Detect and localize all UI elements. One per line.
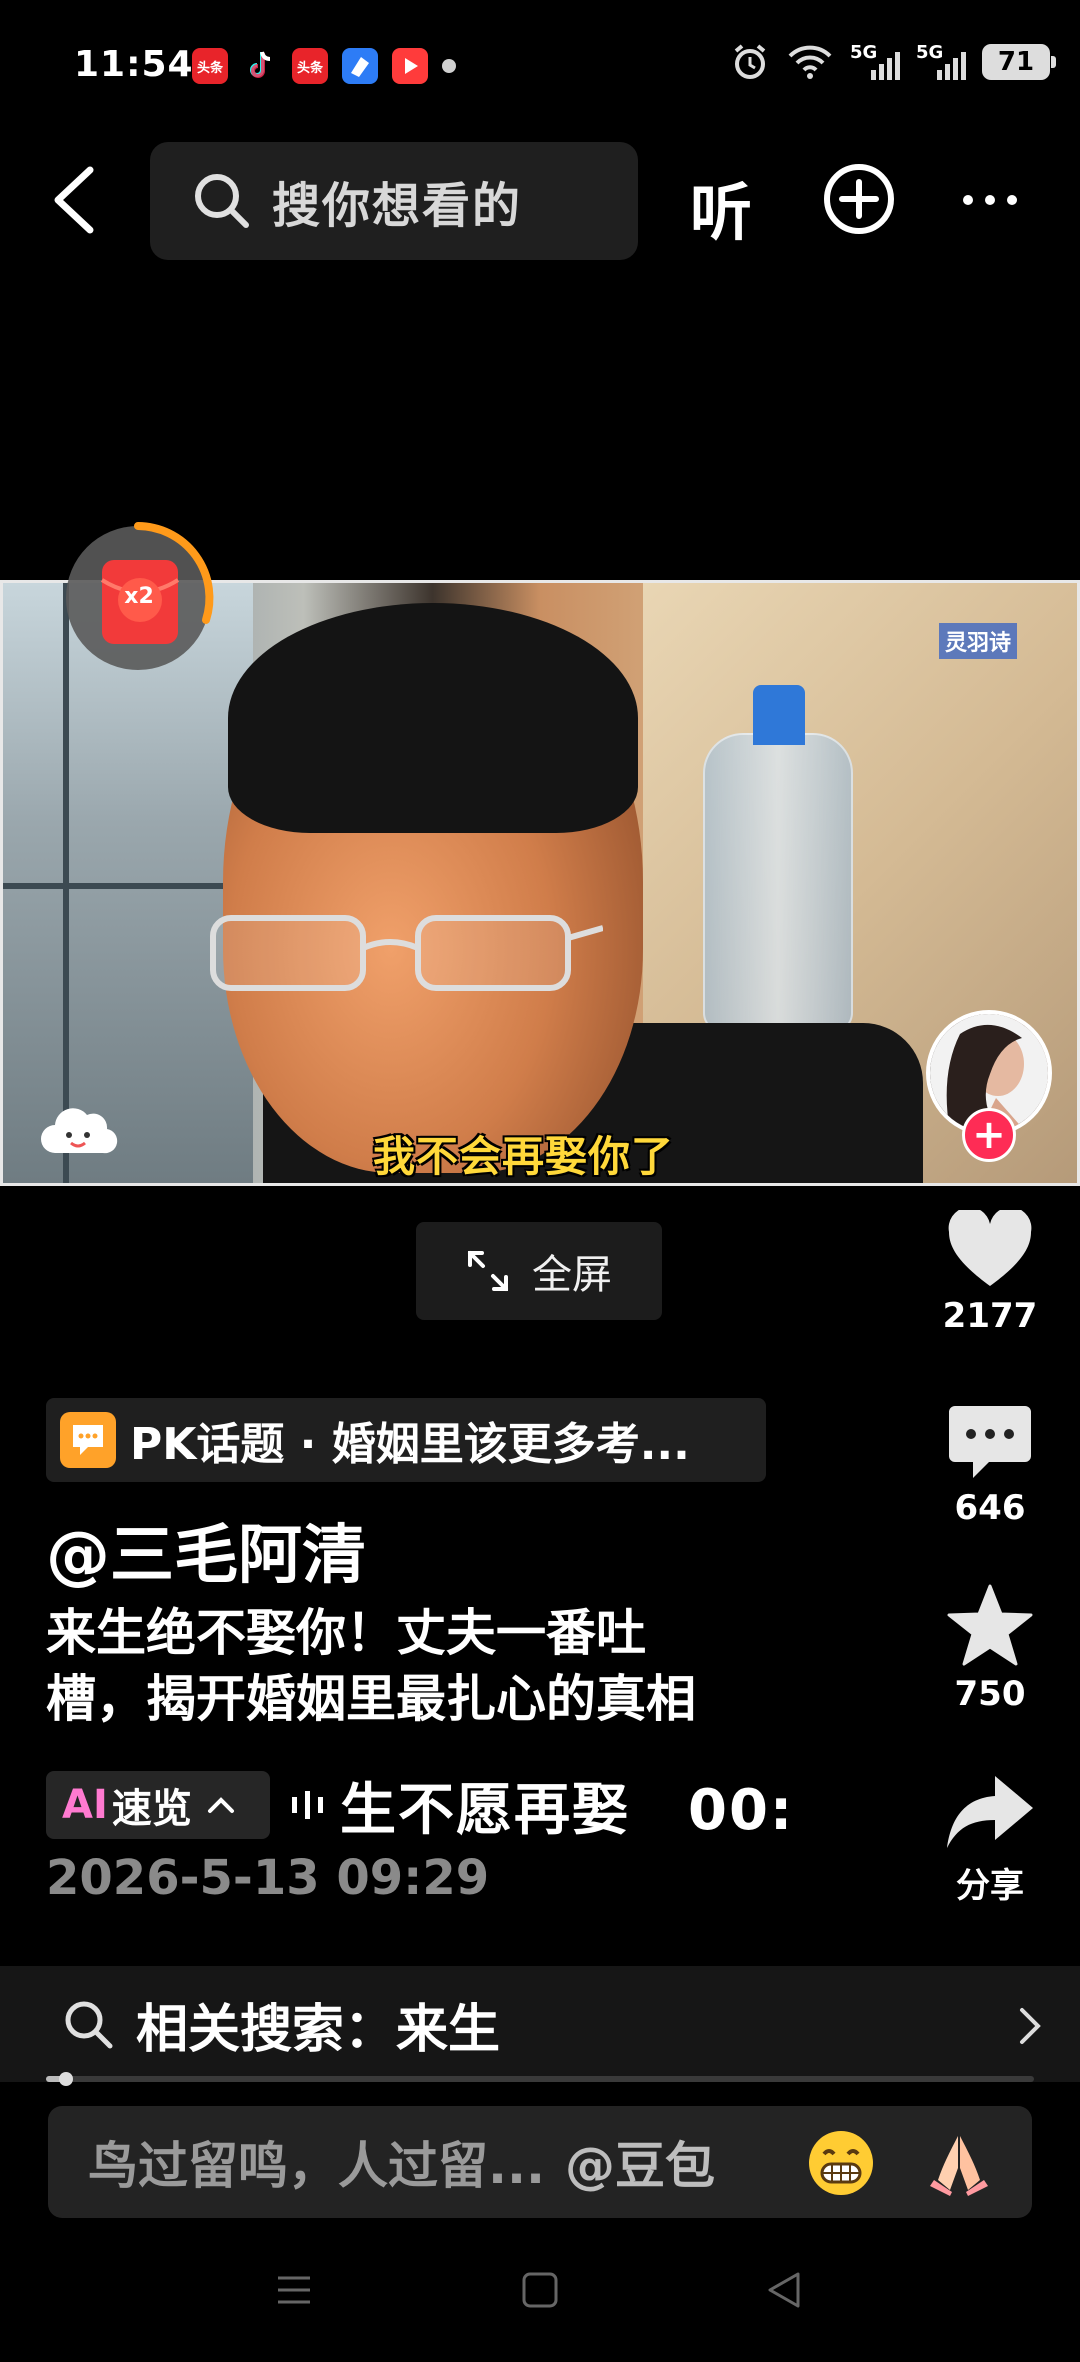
back-arrow-icon — [54, 166, 94, 234]
star-icon — [947, 1584, 1033, 1666]
topic-chat-icon — [60, 1412, 116, 1468]
more-options-button[interactable] — [960, 190, 1020, 210]
chevron-up-icon — [207, 1797, 234, 1813]
red-packet-multiplier: x2 — [124, 584, 154, 609]
video-person-glasses — [210, 915, 603, 991]
blue-app-icon — [342, 48, 378, 84]
menu-nav-button[interactable] — [274, 2270, 314, 2314]
douyin-app-icon — [242, 48, 278, 84]
cloud-sticker-icon — [41, 1108, 118, 1154]
mention-doubao[interactable]: @豆包 — [565, 2126, 715, 2198]
grinning-emoji-icon[interactable] — [806, 2128, 876, 2198]
description-line-2: 槽，揭开婚姻里最扎心的真相 — [46, 1670, 696, 1728]
fullscreen-label: 全屏 — [532, 1252, 612, 1298]
toutiao-app-icon-2: 头条 — [292, 48, 328, 84]
praying-hands-emoji-icon[interactable] — [924, 2128, 994, 2198]
pk-topic-chip[interactable]: PK话题 · 婚姻里该更多考... — [46, 1398, 766, 1482]
publish-datetime: 2026-5-13 09:29 — [46, 1850, 490, 1906]
system-status-icons: 5G 5G 71 — [730, 42, 1056, 82]
search-icon — [65, 2001, 113, 2049]
menu-lines-icon — [278, 2276, 310, 2304]
more-dots-icon — [963, 195, 1017, 205]
share-label: 分享 — [956, 1866, 1024, 1906]
related-search-bar[interactable]: 相关搜索：来生 — [0, 1966, 1080, 2082]
water-bottle — [703, 685, 853, 1033]
comment-button[interactable]: 646 — [940, 1402, 1040, 1528]
video-progress-bar[interactable] — [46, 2072, 1034, 2086]
favorite-count: 750 — [954, 1674, 1026, 1714]
video-subtitle: 我不会再娶你了 — [373, 1132, 675, 1181]
system-navigation-bar — [0, 2250, 1080, 2362]
home-square-icon — [522, 2272, 558, 2308]
wifi-icon — [788, 45, 832, 79]
search-placeholder: 搜你想看的 — [272, 178, 523, 234]
like-count: 2177 — [942, 1296, 1038, 1336]
fullscreen-button[interactable]: 全屏 — [416, 1222, 662, 1320]
toutiao-app-icon: 头条 — [192, 48, 228, 84]
status-bar: 11:54 头条 头条 5G 5G 71 — [0, 0, 1080, 130]
plus-circle-icon — [824, 164, 894, 234]
notification-icons: 头条 头条 — [192, 48, 456, 84]
back-button[interactable] — [44, 160, 114, 240]
add-button[interactable] — [822, 162, 896, 236]
video-watermark: 灵羽诗 — [939, 623, 1018, 659]
video-app-icon — [392, 48, 428, 84]
description-line-1: 来生绝不娶你！丈夫一番吐 — [46, 1604, 646, 1662]
search-input[interactable]: 搜你想看的 — [150, 142, 638, 260]
progress-knob[interactable] — [58, 2072, 73, 2086]
chevron-right-icon — [1020, 2008, 1041, 2044]
listen-button[interactable]: 听 — [690, 162, 752, 252]
back-nav-button[interactable] — [764, 2270, 804, 2314]
favorite-button[interactable]: 750 — [940, 1584, 1040, 1714]
comment-placeholder: 鸟过留鸣，人过留... — [88, 2137, 545, 2195]
ai-summary-row: AI 速览 生不愿再娶 00: — [46, 1770, 846, 1843]
share-button[interactable]: 分享 — [940, 1772, 1040, 1907]
ai-summary-ticker: 生不愿再娶 00: — [340, 1777, 795, 1843]
cellular-signal-icon: 5G — [850, 42, 900, 82]
search-icon — [195, 174, 249, 228]
video-person-hair — [228, 603, 638, 833]
like-button[interactable]: 2177 — [940, 1210, 1040, 1336]
ai-summary-label: 速览 — [111, 1786, 192, 1832]
author-name[interactable]: @三毛阿清 — [46, 1504, 366, 1596]
battery-icon: 71 — [982, 44, 1056, 80]
audio-wave-icon — [292, 1791, 323, 1819]
video-player[interactable]: 我不会再娶你了 灵羽诗 — [0, 580, 1080, 1186]
cellular-signal-icon-2: 5G — [916, 42, 966, 82]
share-arrow-icon — [947, 1776, 1033, 1848]
home-nav-button[interactable] — [520, 2270, 560, 2314]
fullscreen-icon — [468, 1251, 508, 1291]
red-packet-reward-button[interactable]: x2 — [66, 520, 216, 670]
back-triangle-icon — [768, 2272, 800, 2308]
top-nav: 搜你想看的 听 — [0, 140, 1080, 260]
related-search-label: 相关搜索：来生 — [136, 1999, 501, 2060]
status-time: 11:54 — [74, 44, 194, 85]
comment-count: 646 — [954, 1488, 1026, 1528]
alarm-icon — [734, 44, 766, 79]
video-window-background — [3, 583, 253, 1183]
comment-input[interactable]: 鸟过留鸣，人过留... @豆包 — [48, 2106, 1032, 2218]
ai-summary-button[interactable]: AI 速览 — [46, 1771, 270, 1839]
more-notifications-dot — [442, 59, 456, 73]
video-description: 来生绝不娶你！丈夫一番吐 槽，揭开婚姻里最扎心的真相 — [46, 1600, 846, 1732]
topic-text: PK话题 · 婚姻里该更多考... — [130, 1419, 690, 1470]
ai-prefix: AI — [62, 1782, 108, 1828]
follow-button[interactable]: + — [962, 1108, 1016, 1162]
heart-icon — [948, 1210, 1032, 1286]
comment-bubble-icon — [949, 1406, 1031, 1478]
